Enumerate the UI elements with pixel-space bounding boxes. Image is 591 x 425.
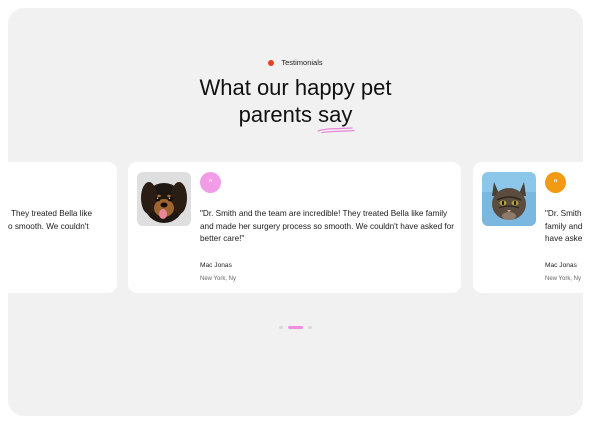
partial-quote: "Dr. Smith family and have aske bbox=[545, 209, 583, 243]
headline-highlight: say bbox=[317, 101, 355, 134]
testimonial-card-active[interactable]: " "Dr. Smith and the team are incredible… bbox=[128, 162, 461, 293]
headline-line-2-start: parents bbox=[238, 102, 319, 127]
section-headline: What our happy pet parents say bbox=[8, 74, 583, 134]
dog-avatar bbox=[137, 172, 191, 226]
cat-avatar bbox=[482, 172, 536, 226]
scribble-underline-icon bbox=[317, 127, 355, 134]
partial-quote: They treated Bella like o smooth. We cou… bbox=[8, 209, 93, 231]
carousel-dot[interactable] bbox=[308, 326, 312, 329]
red-dot-icon bbox=[268, 59, 275, 66]
testimonial-location: New York, Ny bbox=[545, 276, 582, 282]
testimonial-author: Mac Jonas bbox=[200, 262, 232, 269]
testimonial-quote: "Dr. Smith and the team are incredible! … bbox=[200, 209, 454, 243]
quote-icon: " bbox=[200, 172, 221, 193]
testimonial-card-next[interactable]: " "Dr. Smith family and have aske Mac Jo… bbox=[473, 162, 583, 293]
quote-icon: " bbox=[545, 172, 566, 193]
carousel-dot[interactable] bbox=[279, 326, 283, 329]
headline-line-1: What our happy pet bbox=[199, 75, 392, 100]
testimonial-location: New York, Ny bbox=[200, 276, 237, 282]
testimonials-section: Testimonials What our happy pet parents … bbox=[8, 8, 583, 416]
carousel-dot-active[interactable] bbox=[288, 326, 303, 329]
eyebrow-label: Testimonials bbox=[281, 58, 323, 67]
testimonial-card-previous[interactable]: They treated Bella like o smooth. We cou… bbox=[8, 162, 117, 293]
testimonial-author: Mac Jonas bbox=[545, 262, 577, 269]
carousel-pagination bbox=[8, 326, 583, 329]
section-eyebrow: Testimonials bbox=[8, 58, 583, 67]
